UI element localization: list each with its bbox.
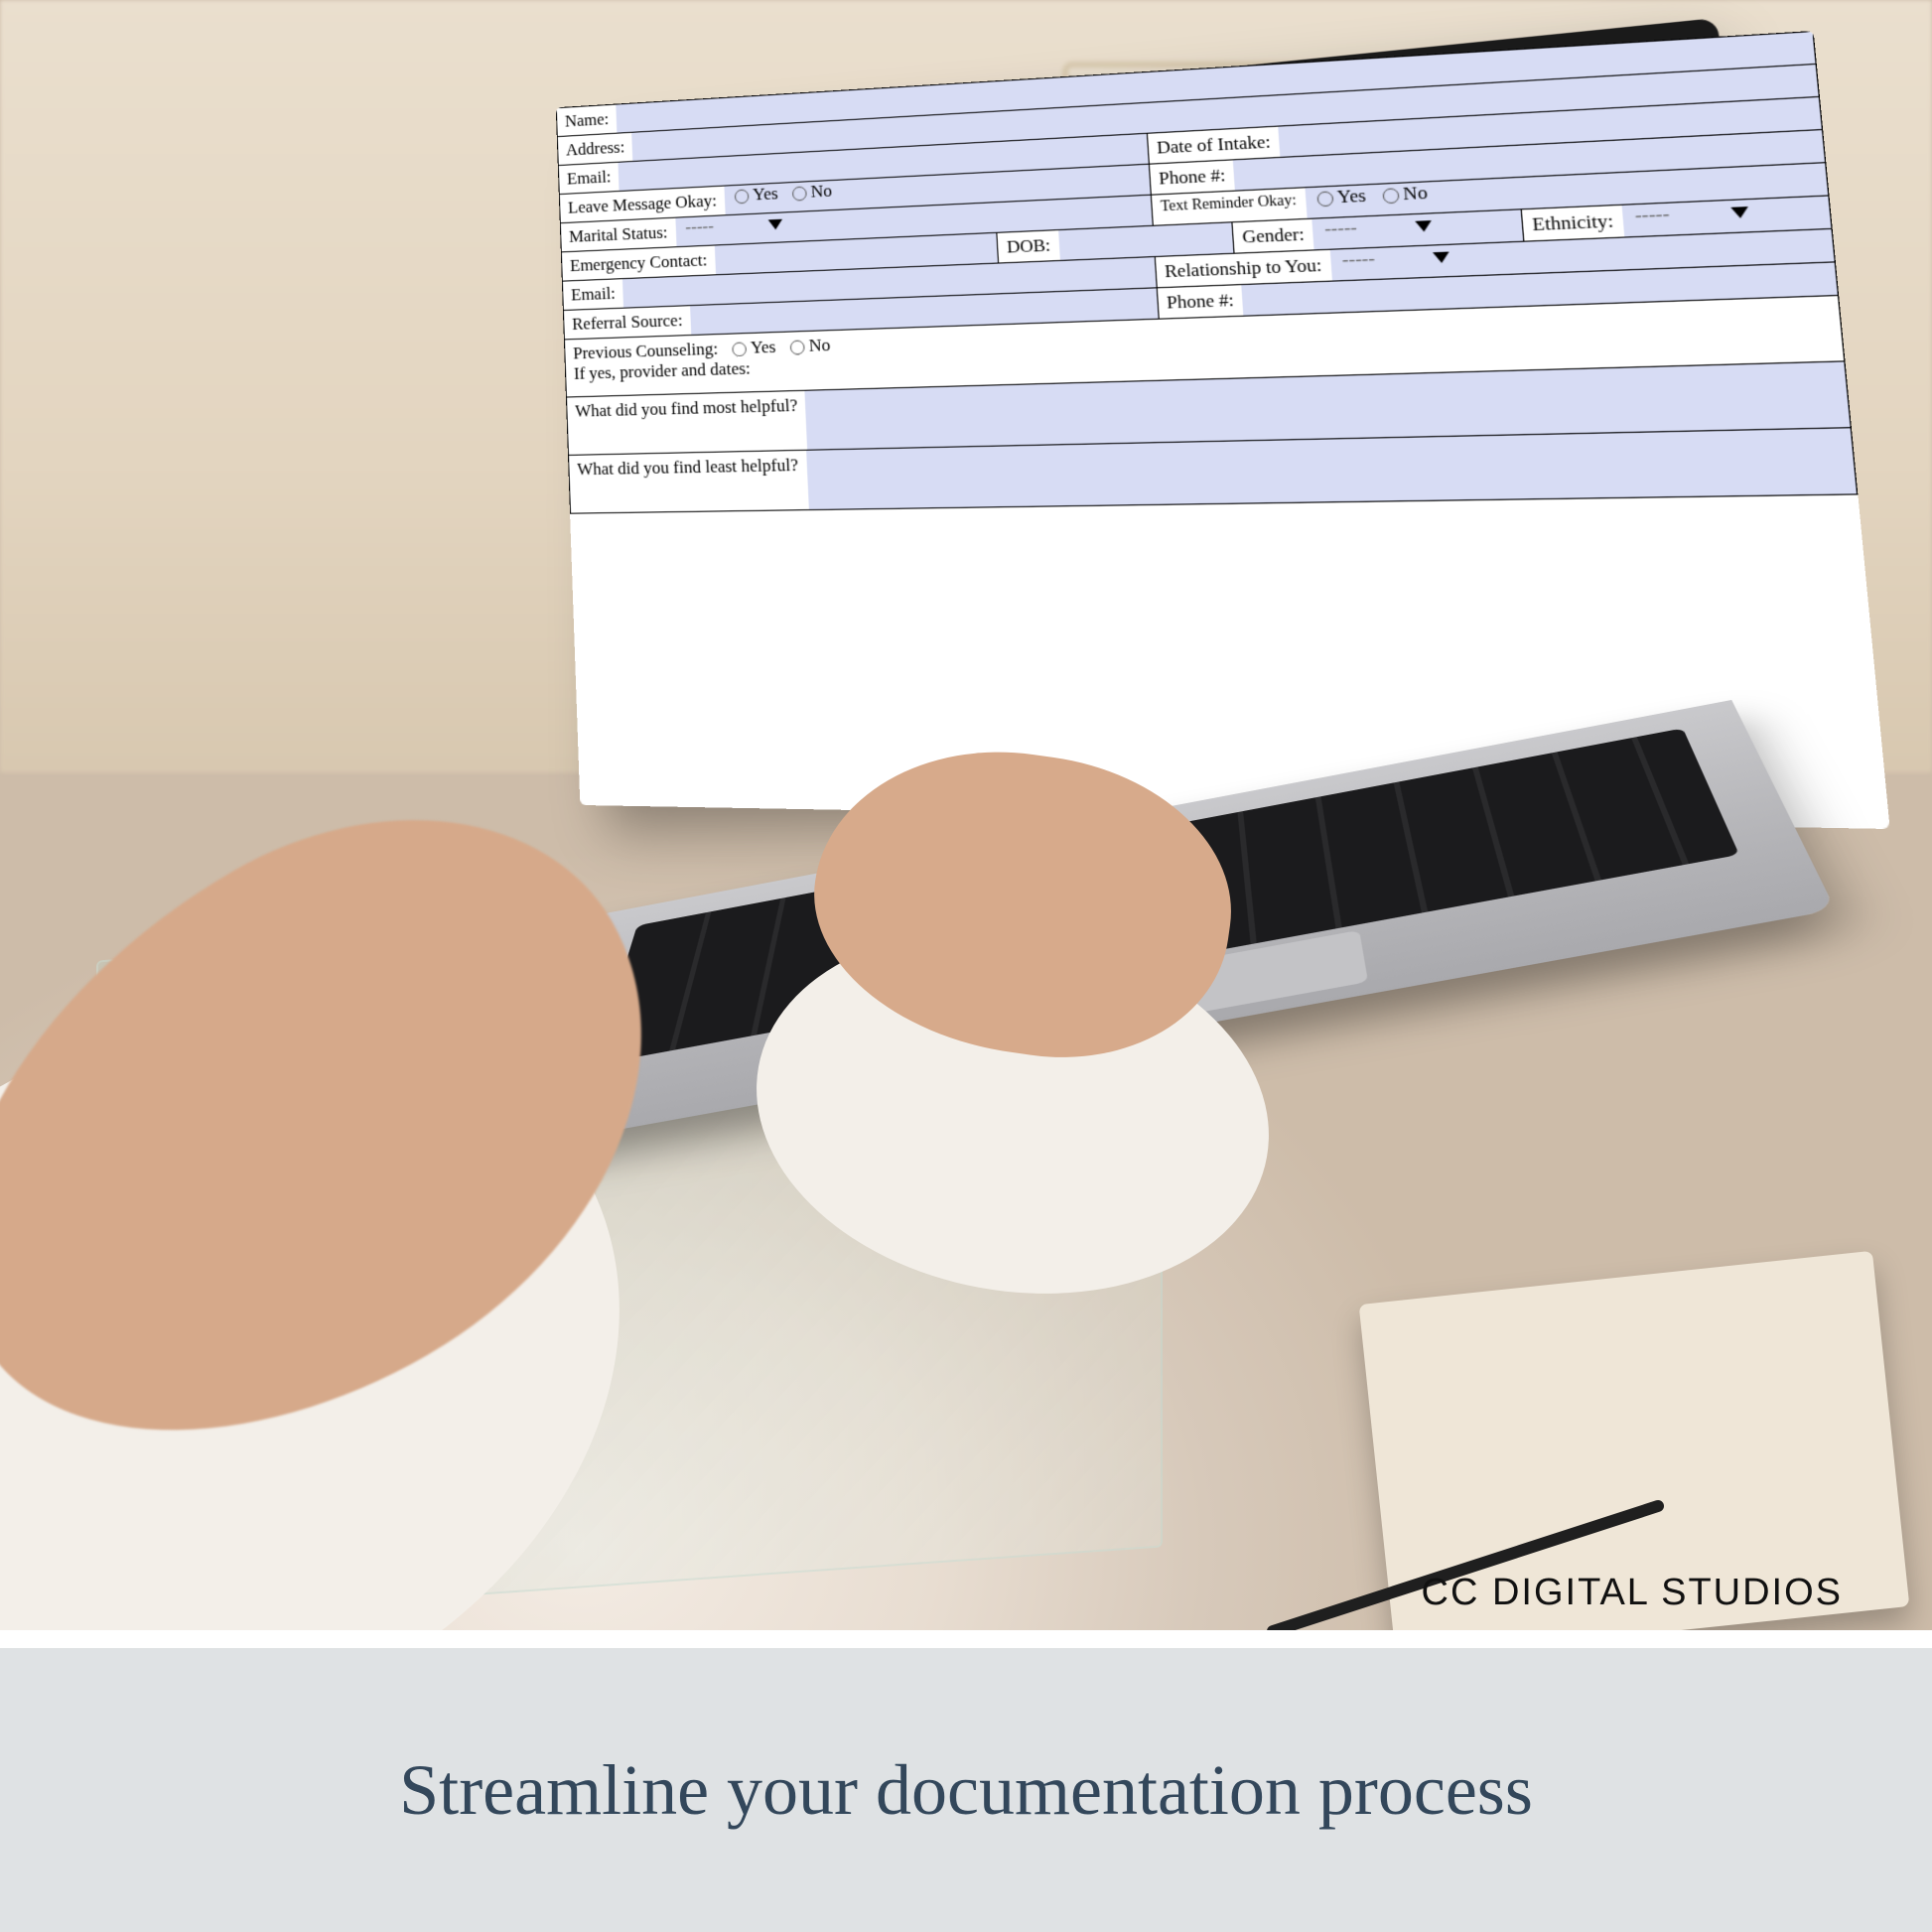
marital-status-value: -----	[675, 215, 724, 238]
relationship-label: Relationship to You:	[1155, 250, 1331, 287]
text-reminder-yes-radio[interactable]	[1316, 192, 1333, 207]
relationship-value: -----	[1330, 247, 1388, 271]
email-label: Email:	[559, 163, 620, 194]
gender-value: -----	[1312, 216, 1370, 240]
name-label: Name:	[557, 105, 618, 137]
dob-label: DOB:	[998, 230, 1060, 262]
ec-email-label: Email:	[563, 279, 623, 310]
chevron-down-icon	[1731, 207, 1750, 218]
marital-status-label: Marital Status:	[561, 218, 676, 252]
banner-divider	[0, 1630, 1932, 1648]
phone-label: Phone #:	[1149, 160, 1235, 194]
address-label: Address:	[558, 133, 633, 165]
gender-label: Gender:	[1232, 219, 1314, 253]
yes-text-3: Yes	[751, 337, 776, 357]
bottom-banner: Streamline your documentation process	[0, 1648, 1932, 1932]
prev-counseling-no-radio[interactable]	[790, 341, 805, 355]
yes-text-2: Yes	[1336, 185, 1366, 207]
yes-text: Yes	[753, 184, 778, 205]
leave-msg-no-radio[interactable]	[792, 187, 807, 202]
most-helpful-label: What did you find most helpful?	[567, 391, 808, 455]
chevron-down-icon	[1415, 220, 1432, 232]
ethnicity-value: -----	[1621, 203, 1683, 227]
no-text-3: No	[808, 335, 831, 355]
banner-headline: Streamline your documentation process	[320, 1749, 1612, 1832]
text-reminder-no-radio[interactable]	[1382, 188, 1400, 204]
chevron-down-icon	[768, 219, 783, 230]
leave-msg-yes-radio[interactable]	[735, 190, 750, 205]
ec-phone-label: Phone #:	[1157, 285, 1244, 319]
referral-label: Referral Source:	[564, 306, 691, 339]
no-text-2: No	[1403, 182, 1429, 204]
chevron-down-icon	[1433, 252, 1449, 264]
brand-watermark: CC DIGITAL STUDIOS	[1422, 1572, 1843, 1614]
prev-counseling-yes-radio[interactable]	[732, 343, 747, 357]
least-helpful-label: What did you find least helpful?	[569, 451, 808, 513]
no-text: No	[810, 181, 832, 202]
ethnicity-label: Ethnicity:	[1522, 206, 1624, 241]
